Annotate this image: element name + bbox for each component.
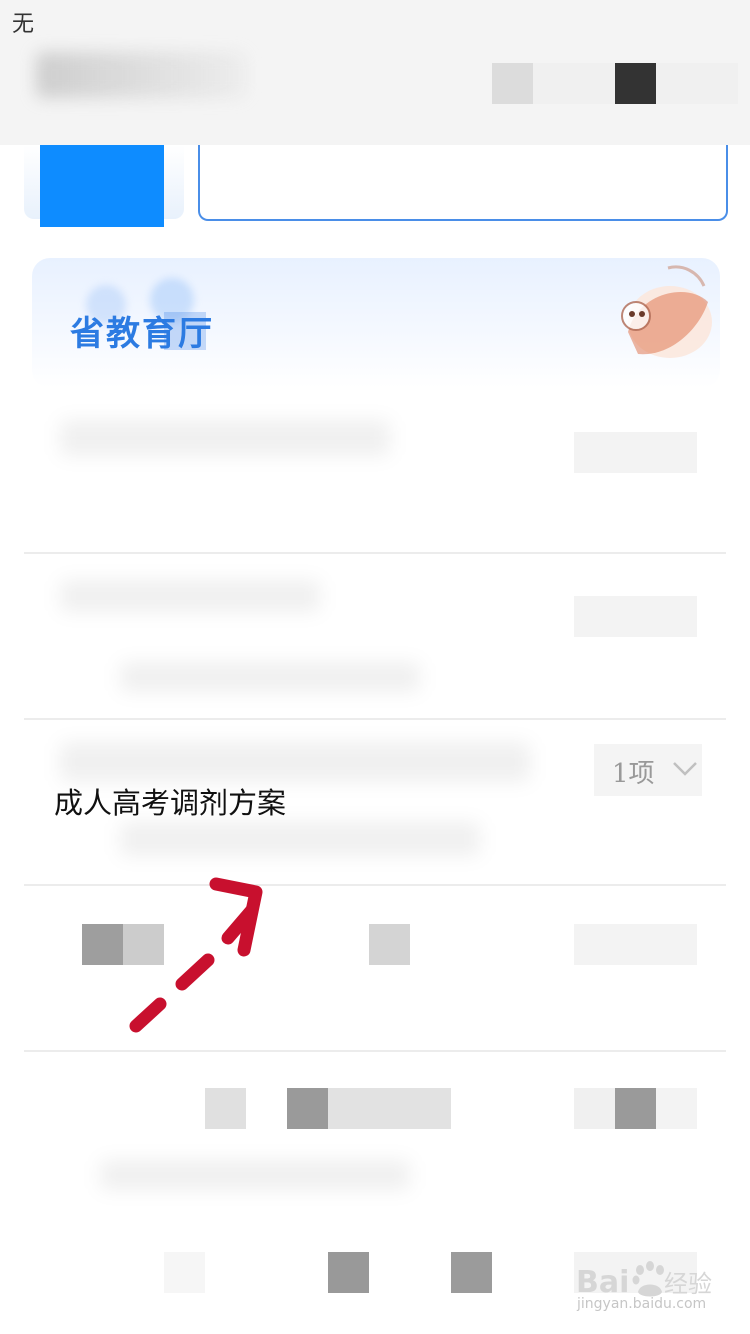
pixel-block [287,1088,328,1129]
list-item-text-blurred [60,580,320,612]
pixel-block [656,63,738,104]
watermark-url: jingyan.baidu.com [577,1296,707,1312]
status-bar-text: 无 [12,12,35,37]
pixel-block [205,1088,246,1129]
list-item-chip[interactable] [574,596,697,637]
list-item-label[interactable]: 成人高考调剂方案 [54,780,286,822]
list-item-text-blurred [60,742,530,782]
pixel-block [328,1088,451,1129]
pixel-block [574,1088,615,1129]
search-input[interactable] [198,145,728,221]
mascot-illustration-icon [621,265,712,358]
list-item-chip[interactable] [574,924,697,965]
pixel-block [369,924,410,965]
annotation-arrow-icon [129,877,263,1033]
pixel-block [164,1252,205,1293]
divider [24,718,726,720]
pixel-block [492,63,533,104]
list-item-subtext-blurred [120,822,480,856]
dropdown-value: 1项 [612,759,655,789]
pixel-block [615,63,656,104]
category-chip-highlight [40,145,164,227]
list-item-subtext-blurred [100,1160,410,1190]
pixel-block [615,1088,656,1129]
svg-text:Bai: Bai [576,1265,629,1300]
pixel-block [82,924,123,965]
pixel-block [328,1252,369,1293]
banner-title: 省教育厅 [70,314,214,354]
chevron-down-icon [673,762,697,776]
pixel-block [656,1088,697,1129]
list-item-text-blurred [60,420,390,456]
divider [24,1050,726,1052]
pixel-block [451,1252,492,1293]
header-title-blurred [36,52,246,98]
list-item-subtext-blurred [120,662,420,692]
pixel-block [533,63,615,104]
divider [24,552,726,554]
list-item-chip[interactable] [574,432,697,473]
svg-text:经验: 经验 [664,1270,712,1298]
